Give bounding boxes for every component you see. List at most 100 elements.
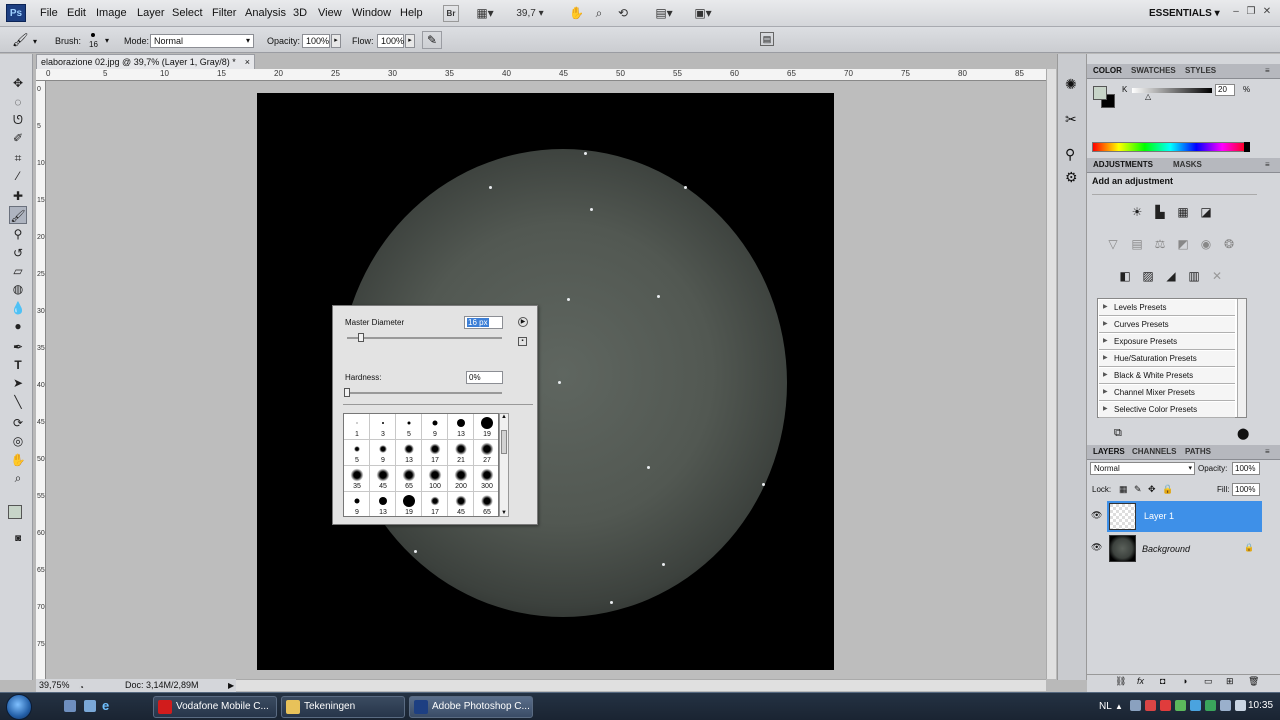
screen-mode-icon[interactable]: ▣▾ [689, 5, 717, 22]
brush-preset-cell[interactable]: 17 [422, 492, 448, 516]
lasso-tool-icon[interactable]: ᘎ [9, 111, 27, 129]
airbrush-icon[interactable]: ✎ [422, 31, 442, 49]
brush-preset-cell[interactable]: 9 [344, 492, 370, 516]
brush-preset-cell[interactable]: 13 [396, 440, 422, 466]
exposure-icon[interactable]: ◪ [1198, 204, 1214, 220]
color-channel-slider[interactable] [1132, 88, 1212, 93]
layer-style-icon[interactable]: fx [1137, 676, 1144, 686]
menu-help[interactable]: Help [400, 7, 423, 19]
blur-tool-icon[interactable]: 💧 [9, 299, 27, 317]
close-icon[interactable]: ✕ [1261, 7, 1273, 18]
vibrance-icon[interactable]: ▽ [1105, 236, 1121, 252]
move-tool-icon[interactable]: ✥ [9, 74, 27, 92]
panel-menu-icon[interactable]: ≡ [1265, 66, 1270, 75]
brush-preset-cell[interactable]: 5 [396, 414, 422, 440]
photo-filter-icon[interactable]: ◉ [1198, 236, 1214, 252]
tray-sync-icon[interactable] [1190, 700, 1201, 711]
brush-tool-icon[interactable]: 🖌 [9, 206, 27, 224]
brush-preset-cell[interactable]: 5 [344, 440, 370, 466]
taskbar-item-vodafone[interactable]: Vodafone Mobile C... [153, 696, 277, 718]
document-tab[interactable]: elaborazione 02.jpg @ 39,7% (Layer 1, Gr… [36, 54, 255, 69]
preset-black-white[interactable]: Black & White Presets [1099, 368, 1235, 384]
hardness-slider-knob[interactable] [344, 388, 350, 397]
tool-presets-icon[interactable]: ⚙ [1065, 169, 1078, 186]
preset-curves[interactable]: Curves Presets [1099, 317, 1235, 333]
delete-layer-icon[interactable]: 🗑 [1248, 676, 1259, 687]
3d-rotate-tool-icon[interactable]: ⟳ [9, 414, 27, 432]
type-tool-icon[interactable]: T [9, 356, 27, 374]
add-mask-icon[interactable]: ◘ [1160, 676, 1165, 686]
preset-levels[interactable]: Levels Presets [1099, 300, 1235, 316]
brush-tool-preset-icon[interactable]: 🖌 [12, 32, 29, 48]
brush-preset-cell[interactable]: 1 [344, 414, 370, 440]
invert-icon[interactable]: ◧ [1117, 268, 1133, 284]
eyedropper-tool-icon[interactable]: ⁄ [9, 167, 27, 185]
posterize-icon[interactable]: ▨ [1140, 268, 1156, 284]
color-channel-knob[interactable]: △ [1145, 92, 1151, 101]
master-diameter-field[interactable]: 16 px [464, 316, 503, 329]
brush-preset-cell[interactable]: 9 [422, 414, 448, 440]
hand-tool-icon[interactable]: ✋ [9, 451, 27, 469]
menu-layer[interactable]: Layer [137, 7, 165, 19]
tab-swatches[interactable]: SWATCHES [1131, 66, 1176, 75]
opacity-field[interactable]: 100% [302, 34, 330, 48]
quick-mask-icon[interactable]: ◙ [9, 530, 27, 548]
mode-select[interactable]: Normal ▾ [150, 34, 254, 48]
menu-filter[interactable]: Filter [212, 7, 236, 19]
new-adjustment-layer-icon[interactable]: ◑ [1182, 676, 1187, 686]
brush-panel-toggle-icon[interactable]: ▤ [760, 32, 774, 46]
bridge-icon[interactable]: Br [443, 5, 459, 22]
scroll-thumb[interactable] [501, 430, 507, 454]
brush-preset-cell[interactable]: 65 [396, 466, 422, 492]
new-preset-icon[interactable]: ▪ [518, 337, 527, 346]
preset-hue-saturation[interactable]: Hue/Saturation Presets [1099, 351, 1235, 367]
link-layers-icon[interactable]: ⛓ [1115, 676, 1126, 687]
layer-visibility-eye-icon[interactable]: 👁 [1091, 542, 1102, 553]
panel-menu-icon[interactable]: ≡ [1265, 447, 1270, 456]
ramp-black-swatch[interactable] [1244, 142, 1250, 152]
selective-color-icon[interactable]: ✕ [1209, 268, 1225, 284]
brush-preset-cell[interactable]: 200 [448, 466, 474, 492]
internet-explorer-icon[interactable]: e [102, 698, 109, 713]
brush-preset-cell[interactable]: 35 [344, 466, 370, 492]
hue-saturation-icon[interactable]: ▤ [1129, 236, 1145, 252]
presets-scrollbar[interactable] [1237, 299, 1246, 417]
tab-layers[interactable]: LAYERS [1093, 447, 1125, 456]
taskbar-item-tekeningen[interactable]: Tekeningen [281, 696, 405, 718]
tray-network-icon[interactable] [1130, 700, 1141, 711]
brush-preset-cell[interactable]: 19 [396, 492, 422, 516]
brush-preset-cell[interactable]: 45 [370, 466, 396, 492]
zoom-level-dropdown[interactable]: 39,7 ▾ [512, 5, 548, 22]
curves-icon[interactable]: ▦ [1175, 204, 1191, 220]
flow-field[interactable]: 100% [377, 34, 404, 48]
levels-icon[interactable]: ▙ [1152, 204, 1168, 220]
hardness-slider[interactable] [347, 392, 502, 394]
panel-menu-icon[interactable]: ≡ [1265, 160, 1270, 169]
close-icon[interactable]: × [245, 55, 250, 69]
restore-icon[interactable]: ❐ [1245, 7, 1257, 18]
layer-blend-mode-select[interactable]: Normal ▾ [1090, 462, 1195, 475]
brush-preset-cell[interactable]: 19 [474, 414, 498, 440]
marquee-tool-icon[interactable]: ◌ [9, 93, 27, 111]
hardness-field[interactable]: 0% [466, 371, 503, 384]
brush-preset-cell[interactable]: 27 [474, 440, 498, 466]
scroll-up-icon[interactable]: ▲ [500, 414, 508, 420]
preset-exposure[interactable]: Exposure Presets [1099, 334, 1235, 350]
tab-adjustments[interactable]: ADJUSTMENTS [1093, 160, 1153, 169]
tray-vodafone-icon[interactable] [1145, 700, 1156, 711]
layer-row-layer-1[interactable]: Layer 1 [1107, 501, 1262, 532]
master-diameter-slider-knob[interactable] [357, 333, 364, 342]
gradient-map-icon[interactable]: ▥ [1186, 268, 1202, 284]
flow-stepper-icon[interactable]: ▸ [405, 34, 415, 48]
menu-select[interactable]: Select [172, 7, 203, 19]
brush-preset-cell[interactable]: 9 [370, 440, 396, 466]
brush-preset-cell[interactable]: 100 [422, 466, 448, 492]
brush-preset-cell[interactable]: 21 [448, 440, 474, 466]
workspace-switcher[interactable]: ESSENTIALS ▾ [1149, 8, 1220, 19]
zoom-tool-icon[interactable]: ⌕ [591, 5, 607, 22]
zoom-tool-icon[interactable]: ⌕ [9, 469, 27, 487]
menu-view[interactable]: View [318, 7, 342, 19]
brush-preset-cell[interactable]: 65 [474, 492, 498, 516]
brushes-panel-icon[interactable]: ✂ [1065, 111, 1077, 128]
opacity-stepper-icon[interactable]: ▸ [331, 34, 341, 48]
